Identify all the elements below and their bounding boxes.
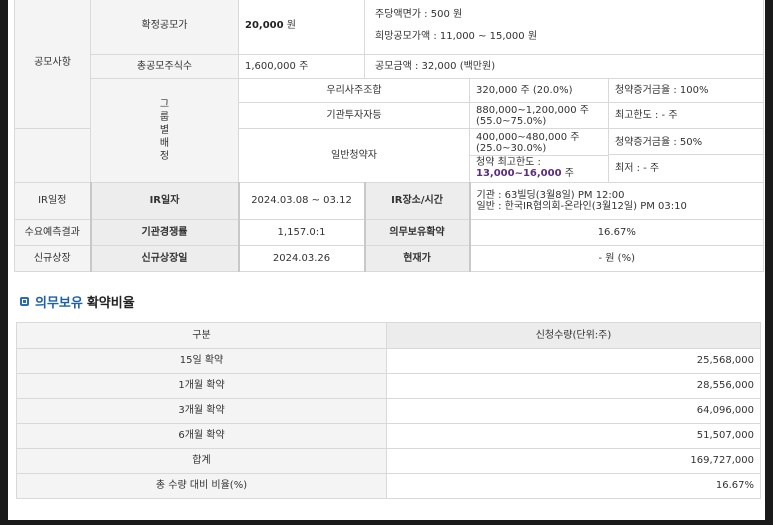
- table-header-row: 구분 신청수량(단위:주): [16, 322, 761, 349]
- retail-deposit-cell: 청약증거금율 : 50% 최저 : - 주: [607, 128, 765, 183]
- lockup-value: 16.67%: [468, 219, 765, 246]
- retail-max-label: 청약 최고한도 :: [476, 157, 541, 168]
- listing-category: 신규상장: [14, 245, 91, 272]
- retail-max: 청약 최고한도 : 13,000~16,000 주: [470, 156, 608, 180]
- retail-deposit: 청약증거금율 : 50%: [609, 130, 764, 155]
- ir-place-retail: 일반 : 한국IR협의회-온라인(3월12일) PM 03:10: [476, 201, 687, 212]
- row-value: 16.67%: [386, 473, 761, 499]
- group-char: 별: [159, 125, 170, 136]
- ir-date-label: IR일자: [89, 182, 240, 220]
- retail-shares: 400,000~480,000 주 (25.0~30.0%): [470, 131, 608, 156]
- retail-max-value: 13,000~16,000: [476, 168, 562, 179]
- institution-shares: 880,000~1,200,000 주: [476, 104, 590, 116]
- price-info: 주당액면가 : 500 원 희망공모가액 : 11,000 ~ 15,000 원: [363, 0, 765, 55]
- employee-value: 320,000 주 (20.0%): [469, 78, 609, 103]
- group-char: 룹: [159, 112, 170, 123]
- confirmed-price-unit: 원: [286, 19, 296, 31]
- row-label: 6개월 확약: [16, 423, 387, 449]
- header-quantity: 신청수량(단위:주): [386, 322, 761, 349]
- group-allocation-label: 그 룹 별 배 정: [90, 78, 239, 183]
- listing-date-label: 신규상장일: [89, 245, 240, 272]
- confirmed-price-label: 확정공모가: [90, 0, 239, 55]
- retail-shares-percent: (25.0~30.0%): [476, 143, 547, 154]
- institution-percent: (55.0~75.0%): [476, 115, 547, 127]
- lockup-label: 의무보유확약: [363, 219, 471, 246]
- confirmed-price-value: 20,000: [245, 19, 284, 31]
- par-value: 주당액면가 : 500 원: [375, 8, 463, 20]
- table-row: 3개월 확약 64,096,000: [16, 398, 761, 424]
- confirmed-price: 20,000 원: [238, 0, 365, 55]
- row-label: 1개월 확약: [16, 373, 387, 399]
- offering-category-cont: [14, 128, 91, 183]
- demand-category: 수요예측결과: [14, 219, 91, 246]
- ir-place-institution: 기관 : 63빌딩(3월8일) PM 12:00: [476, 190, 625, 201]
- employee-label: 우리사주조합: [238, 78, 470, 103]
- section-title-rest: 확약비율: [86, 295, 135, 311]
- current-price-label: 현재가: [363, 245, 471, 272]
- ir-date-value: 2024.03.08 ~ 03.12: [238, 182, 365, 220]
- retail-max-unit: 주: [564, 168, 574, 179]
- row-value: 25,568,000: [386, 348, 761, 374]
- row-value: 64,096,000: [386, 398, 761, 424]
- header-category: 구분: [16, 322, 387, 349]
- competition-label: 기관경쟁률: [89, 219, 240, 246]
- total-shares-label: 총공모주식수: [90, 54, 239, 79]
- listing-date-value: 2024.03.26: [238, 245, 365, 272]
- table-row: 15일 확약 25,568,000: [16, 348, 761, 374]
- table-row: 1개월 확약 28,556,000: [16, 373, 761, 399]
- ir-place-value: 기관 : 63빌딩(3월8일) PM 12:00 일반 : 한국IR협의회-온라…: [468, 182, 765, 220]
- ir-category: IR일정: [14, 182, 91, 220]
- row-value: 51,507,000: [386, 423, 761, 449]
- group-char: 정: [159, 151, 170, 162]
- offering-amount: 공모금액 : 32,000 (백만원): [363, 54, 765, 79]
- current-price-value: - 원 (%): [468, 245, 765, 272]
- competition-value: 1,157.0:1: [238, 219, 365, 246]
- ipo-summary-table: 공모사항 확정공모가 20,000 원 주당액면가 : 500 원 희망공모가액…: [14, 0, 765, 272]
- offering-category: 공모사항: [14, 0, 91, 129]
- retail-min: 최저 : - 주: [615, 162, 660, 174]
- table-row-ratio: 총 수량 대비 비율(%) 16.67%: [16, 473, 761, 499]
- row-value: 28,556,000: [386, 373, 761, 399]
- group-char: 그: [159, 99, 170, 110]
- desired-price-range: 희망공모가액 : 11,000 ~ 15,000 원: [375, 30, 538, 42]
- section-title: 의무보유 확약비율: [20, 291, 135, 311]
- row-label: 15일 확약: [16, 348, 387, 374]
- retail-shares-range: 400,000~480,000 주: [476, 132, 580, 143]
- ipo-info-page: 공모사항 확정공모가 20,000 원 주당액면가 : 500 원 희망공모가액…: [8, 0, 765, 520]
- lockup-ratio-table: 구분 신청수량(단위:주) 15일 확약 25,568,000 1개월 확약 2…: [16, 322, 761, 499]
- row-label: 3개월 확약: [16, 398, 387, 424]
- row-label: 합계: [16, 448, 387, 474]
- table-row: 6개월 확약 51,507,000: [16, 423, 761, 449]
- retail-value: 400,000~480,000 주 (25.0~30.0%) 청약 최고한도 :…: [469, 128, 609, 183]
- section-title-highlight: 의무보유: [35, 295, 83, 311]
- institution-value: 880,000~1,200,000 주 (55.0~75.0%): [469, 102, 609, 129]
- row-value: 169,727,000: [386, 448, 761, 474]
- employee-deposit: 청약증거금율 : 100%: [607, 78, 765, 103]
- total-shares-value: 1,600,000 주: [238, 54, 365, 79]
- ir-place-label: IR장소/시간: [363, 182, 471, 220]
- table-row-total: 합계 169,727,000: [16, 448, 761, 474]
- square-bullet-icon: [20, 296, 29, 306]
- retail-label: 일반청약자: [238, 128, 470, 183]
- institution-limit: 최고한도 : - 주: [607, 102, 765, 129]
- row-label: 총 수량 대비 비율(%): [16, 473, 387, 499]
- institution-label: 기관투자자등: [238, 102, 470, 129]
- group-char: 배: [159, 138, 170, 149]
